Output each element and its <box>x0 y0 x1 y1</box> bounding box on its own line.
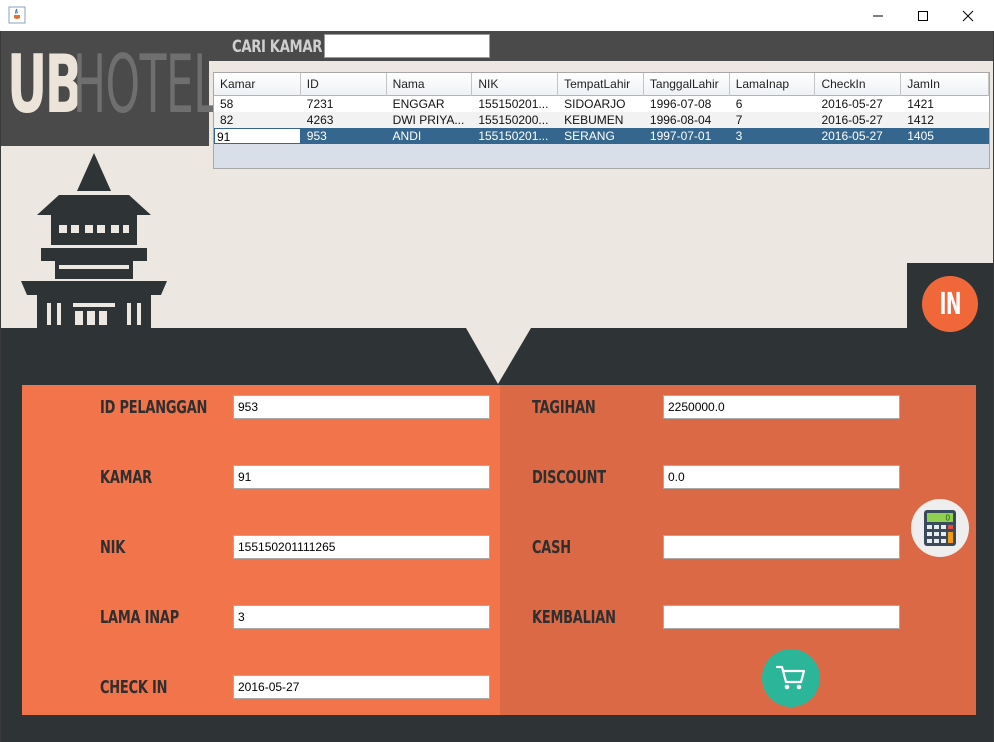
kembalian-label: KEMBALIAN <box>532 607 616 628</box>
check-in-field[interactable] <box>233 675 490 699</box>
window-titlebar <box>0 0 994 31</box>
lama-inap-label: LAMA INAP <box>100 607 179 628</box>
table-cell[interactable]: 155150201... <box>472 96 558 112</box>
checkin-button-label: IN <box>939 286 961 322</box>
column-header[interactable]: CheckIn <box>815 73 902 96</box>
table-cell[interactable]: 1421 <box>901 96 989 112</box>
calculate-button[interactable]: 0 <box>911 499 969 557</box>
nik-label: NIK <box>100 537 126 558</box>
nik-field[interactable] <box>233 535 490 559</box>
column-header[interactable]: NIK <box>472 73 559 96</box>
logo-text-ub: UB <box>7 38 83 131</box>
table-cell[interactable]: 7 <box>730 112 816 128</box>
hotel-logo: UB HOTEL <box>1 31 218 146</box>
table-cell[interactable]: KEBUMEN <box>558 112 644 128</box>
table-row[interactable]: 82 4263 DWI PRIYA... 155150200... KEBUME… <box>214 112 989 128</box>
calculator-icon: 0 <box>924 510 956 546</box>
column-header[interactable]: Nama <box>387 73 473 96</box>
table-cell[interactable]: 4263 <box>301 112 387 128</box>
table-cell[interactable]: 2016-05-27 <box>815 96 901 112</box>
discount-field[interactable] <box>663 465 900 489</box>
pay-button[interactable] <box>762 649 820 707</box>
table-cell[interactable]: 1412 <box>901 112 989 128</box>
java-app-icon <box>8 6 26 24</box>
kembalian-field[interactable] <box>663 605 900 629</box>
table-header: Kamar ID Nama NIK TempatLahir TanggalLah… <box>214 73 989 96</box>
search-room-label: CARI KAMAR <box>232 37 323 57</box>
table-cell[interactable]: SIDOARJO <box>558 96 644 112</box>
table-cell[interactable]: 1996-08-04 <box>644 112 730 128</box>
id-pelanggan-field[interactable] <box>233 395 490 419</box>
table-cell[interactable]: 953 <box>301 128 387 144</box>
table-cell[interactable]: 3 <box>730 128 816 144</box>
column-header[interactable]: JamIn <box>901 73 989 96</box>
cash-label: CASH <box>532 537 571 558</box>
table-row[interactable]: 58 7231 ENGGAR 155150201... SIDOARJO 199… <box>214 96 989 112</box>
checkin-button[interactable]: IN <box>922 276 978 332</box>
table-cell[interactable]: 82 <box>214 112 301 128</box>
minimize-button[interactable] <box>855 0 901 31</box>
table-cell[interactable]: ANDI <box>387 128 473 144</box>
table-cell[interactable]: SERANG <box>558 128 644 144</box>
table-cell[interactable]: ENGGAR <box>387 96 473 112</box>
table-cell[interactable]: 7231 <box>301 96 387 112</box>
table-cell[interactable]: 6 <box>730 96 816 112</box>
panel-notch <box>466 328 531 384</box>
lama-inap-field[interactable] <box>233 605 490 629</box>
id-pelanggan-label: ID PELANGGAN <box>100 397 208 418</box>
logo-text-hotel: HOTEL <box>73 38 218 131</box>
column-header[interactable]: LamaInap <box>730 73 816 96</box>
column-header[interactable]: Kamar <box>214 73 301 96</box>
tagihan-field[interactable] <box>663 395 900 419</box>
table-cell[interactable]: 1997-07-01 <box>644 128 730 144</box>
tagihan-label: TAGIHAN <box>532 397 596 418</box>
kamar-label: KAMAR <box>100 467 152 488</box>
hotel-app-window: UB HOTEL CARI KAMAR Kamar ID Nama NIK Te… <box>0 31 994 742</box>
close-button[interactable] <box>945 0 991 31</box>
table-cell[interactable]: 1405 <box>901 128 989 144</box>
guest-table[interactable]: Kamar ID Nama NIK TempatLahir TanggalLah… <box>213 72 990 169</box>
calculator-display: 0 <box>946 514 951 523</box>
search-room-input[interactable] <box>324 34 490 58</box>
table-cell[interactable]: 2016-05-27 <box>815 128 901 144</box>
discount-label: DISCOUNT <box>532 467 606 488</box>
cart-icon <box>775 665 806 690</box>
kamar-field[interactable] <box>233 465 490 489</box>
table-cell-editing[interactable]: 91 <box>214 128 301 144</box>
table-cell[interactable]: DWI PRIYA... <box>387 112 473 128</box>
column-header[interactable]: TanggalLahir <box>644 73 730 96</box>
maximize-button[interactable] <box>900 0 946 31</box>
table-cell[interactable]: 2016-05-27 <box>815 112 901 128</box>
table-cell[interactable]: 155150201... <box>472 128 558 144</box>
check-in-label: CHECK IN <box>100 677 168 698</box>
temple-illustration <box>21 153 167 331</box>
table-cell[interactable]: 155150200... <box>472 112 558 128</box>
table-cell[interactable]: 58 <box>214 96 301 112</box>
column-header[interactable]: ID <box>301 73 387 96</box>
cash-field[interactable] <box>663 535 900 559</box>
table-row-selected[interactable]: 91 953 ANDI 155150201... SERANG 1997-07-… <box>214 128 989 144</box>
column-header[interactable]: TempatLahir <box>558 73 644 96</box>
table-cell[interactable]: 1996-07-08 <box>644 96 730 112</box>
